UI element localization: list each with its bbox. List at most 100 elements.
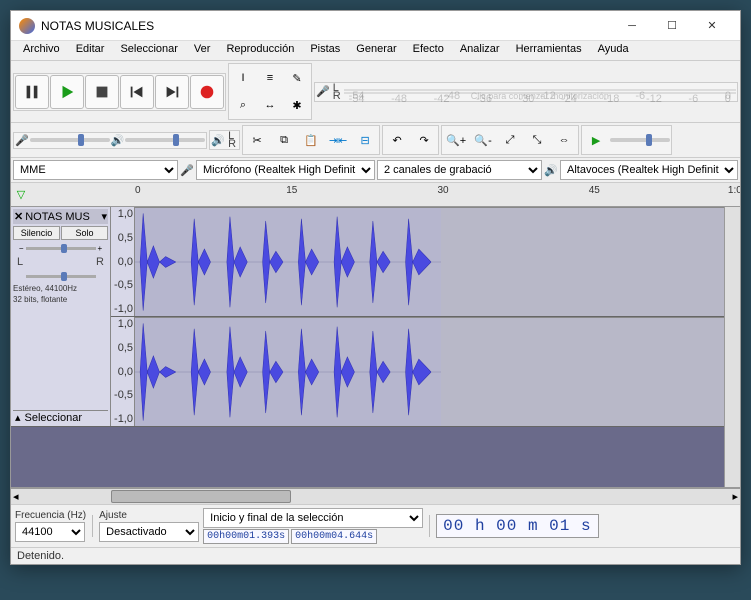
track-pan-slider[interactable]	[13, 270, 108, 282]
audio-host-select[interactable]: MME	[13, 160, 178, 180]
selection-mode-select[interactable]: Inicio y final de la selección	[203, 508, 423, 528]
menu-generar[interactable]: Generar	[348, 41, 404, 60]
cut-button[interactable]: ✂	[244, 127, 270, 153]
recording-meter[interactable]: -54-48 Clic para comenzar monitorización…	[344, 89, 736, 91]
play-volume-slider[interactable]	[125, 138, 205, 142]
skip-end-button[interactable]	[155, 75, 189, 109]
scroll-left-button[interactable]: ◂	[13, 490, 19, 503]
output-device-select[interactable]: Altavoces (Realtek High Definit	[560, 160, 738, 180]
zoom-toggle-button[interactable]: ⇔	[551, 127, 577, 153]
mixer-toolbar: 🎤 🔊	[13, 132, 207, 149]
vertical-scrollbar[interactable]	[724, 207, 740, 487]
rec-volume-slider[interactable]	[30, 138, 110, 142]
silence-button[interactable]: ⊟	[352, 127, 378, 153]
stop-button[interactable]	[85, 75, 119, 109]
zoom-selection-button[interactable]: ⤢	[497, 127, 523, 153]
timeshift-tool[interactable]: ↔	[257, 92, 283, 118]
trim-button[interactable]: ⇥⇤	[325, 127, 351, 153]
menu-reproduccion[interactable]: Reproducción	[218, 41, 302, 60]
menu-ayuda[interactable]: Ayuda	[590, 41, 637, 60]
track-gain-slider[interactable]: −+	[13, 242, 108, 254]
copy-button[interactable]: ⧉	[271, 127, 297, 153]
pause-button[interactable]	[15, 75, 49, 109]
rec-vol-icon: 🎤	[15, 134, 29, 147]
menu-pistas[interactable]: Pistas	[302, 41, 348, 60]
input-device-select[interactable]: Micrófono (Realtek High Definit	[196, 160, 375, 180]
track-vscale-left: 1,00,50,0-0,5-1,0	[111, 207, 135, 316]
selection-end-field[interactable]: 00h00m04.644s	[291, 529, 377, 544]
play-at-speed-button[interactable]: ▶	[583, 127, 609, 153]
menu-herramientas[interactable]: Herramientas	[508, 41, 590, 60]
menu-ver[interactable]: Ver	[186, 41, 219, 60]
track-name[interactable]: NOTAS MUS	[25, 211, 99, 223]
timeline-ruler[interactable]: ▽ 0 15 30 45 1:00	[11, 183, 740, 207]
snap-select[interactable]: Desactivado	[99, 522, 199, 542]
mute-button[interactable]: Silencio	[13, 226, 60, 240]
audio-position-display[interactable]: 00 h 00 m 01 s	[436, 514, 598, 538]
skip-start-button[interactable]	[120, 75, 154, 109]
play-vol-icon: 🔊	[111, 134, 125, 147]
app-window: NOTAS MUSICALES ─ ☐ ✕ Archivo Editar Sel…	[10, 10, 741, 565]
menubar: Archivo Editar Seleccionar Ver Reproducc…	[11, 41, 740, 61]
zoom-in-button[interactable]: 🔍+	[443, 127, 469, 153]
menu-analizar[interactable]: Analizar	[452, 41, 508, 60]
minimize-button[interactable]: ─	[612, 11, 652, 41]
record-button[interactable]	[190, 75, 224, 109]
zoom-out-button[interactable]: 🔍-	[470, 127, 496, 153]
undo-button[interactable]: ↶	[384, 127, 410, 153]
track-menu-button[interactable]: ▾	[101, 210, 107, 223]
speaker-meter-icon: 🔊	[211, 134, 225, 147]
play-button[interactable]	[50, 75, 84, 109]
multi-tool[interactable]: ✱	[284, 92, 310, 118]
maximize-button[interactable]: ☐	[652, 11, 692, 41]
menu-seleccionar[interactable]: Seleccionar	[112, 41, 185, 60]
track-format-line2: 32 bits, flotante	[13, 295, 108, 304]
playback-meter[interactable]: -54-48-42 -36-30-24 -18-12-60	[344, 92, 736, 94]
solo-button[interactable]: Solo	[61, 226, 108, 240]
play-at-speed-toolbar: ▶	[581, 125, 672, 155]
zoom-toolbar: 🔍+ 🔍- ⤢ ⤡ ⇔	[441, 125, 579, 155]
selection-start-field[interactable]: 00h00m01.393s	[203, 529, 289, 544]
edit-toolbar: ✂ ⧉ 📋 ⇥⇤ ⊟	[242, 125, 380, 155]
menu-efecto[interactable]: Efecto	[405, 41, 452, 60]
window-title: NOTAS MUSICALES	[41, 19, 612, 33]
speaker-meter-group: 🔊 LR	[209, 130, 240, 150]
menu-archivo[interactable]: Archivo	[15, 41, 68, 60]
envelope-tool[interactable]: ≡	[257, 65, 283, 91]
draw-tool[interactable]: ✎	[284, 65, 310, 91]
project-rate-select[interactable]: 44100	[15, 522, 85, 542]
track-close-button[interactable]: ✕	[14, 210, 23, 223]
mic-meter-icon: 🎤	[316, 85, 330, 98]
tracks-area: ✕ NOTAS MUS ▾ Silencio Solo −+ LR Estére…	[11, 207, 740, 488]
rec-lr-labels: LR	[331, 84, 343, 100]
toolbar-edit-row: 🎤 🔊 🔊 LR ✂ ⧉ 📋 ⇥⇤ ⊟ ↶ ↷ 🔍+ 🔍- ⤢ ⤡ ⇔	[11, 123, 740, 158]
empty-tracks-area[interactable]	[11, 427, 724, 487]
tools-toolbar: I ≡ ✎ ⌕ ↔ ✱	[228, 63, 312, 120]
zoom-fit-button[interactable]: ⤡	[524, 127, 550, 153]
app-logo-icon	[19, 18, 35, 34]
horizontal-scrollbar[interactable]: ◂ ▸	[11, 488, 740, 504]
track-collapse-button[interactable]: ▴	[15, 411, 21, 424]
selection-toolbar: Frecuencia (Hz) 44100 Ajuste Desactivado…	[11, 504, 740, 547]
status-bar: Detenido.	[11, 547, 740, 564]
timeline-pin-icon[interactable]: ▽	[11, 183, 31, 206]
transport-toolbar	[13, 73, 226, 111]
track-select-label[interactable]: Seleccionar	[25, 412, 82, 424]
hscroll-thumb[interactable]	[111, 490, 291, 503]
titlebar: NOTAS MUSICALES ─ ☐ ✕	[11, 11, 740, 41]
selection-tool[interactable]: I	[230, 65, 256, 91]
paste-button[interactable]: 📋	[298, 127, 324, 153]
scroll-right-button[interactable]: ▸	[732, 490, 738, 503]
track-control-panel: ✕ NOTAS MUS ▾ Silencio Solo −+ LR Estére…	[11, 207, 111, 426]
rec-meter-group: 🎤 LR -54-48 Clic para comenzar monitoriz…	[314, 82, 738, 102]
zoom-tool[interactable]: ⌕	[230, 92, 256, 118]
waveform-left[interactable]	[135, 207, 724, 316]
waveform-right[interactable]	[135, 317, 724, 426]
redo-button[interactable]: ↷	[411, 127, 437, 153]
project-rate-label: Frecuencia (Hz)	[15, 510, 86, 521]
channels-select[interactable]: 2 canales de grabació	[377, 160, 542, 180]
menu-editar[interactable]: Editar	[68, 41, 113, 60]
close-button[interactable]: ✕	[692, 11, 732, 41]
track-row: ✕ NOTAS MUS ▾ Silencio Solo −+ LR Estére…	[11, 207, 724, 427]
play-speed-slider[interactable]	[610, 138, 670, 142]
